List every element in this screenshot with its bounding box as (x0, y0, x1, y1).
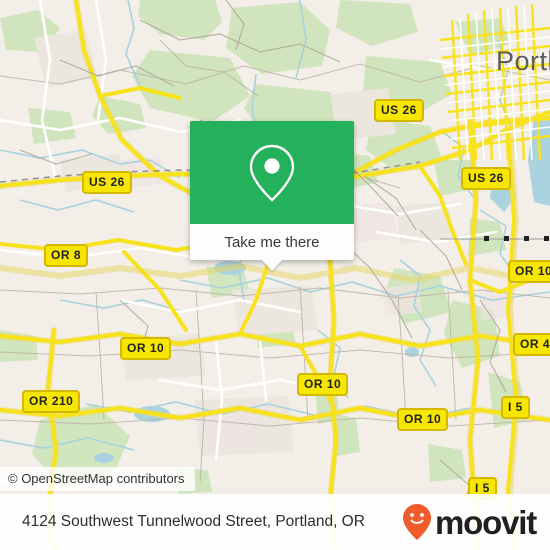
moovit-wordmark: moovit (435, 503, 537, 541)
highway-shield[interactable]: OR 10 (120, 337, 172, 360)
popup-footer[interactable]: Take me there (190, 224, 354, 271)
footer-bar: 4124 Southwest Tunnelwood Street, Portla… (0, 494, 550, 550)
popup-pointer-tail (262, 260, 282, 271)
highway-shield[interactable]: US 26 (461, 167, 511, 190)
highway-shield[interactable]: US 26 (82, 171, 132, 194)
popup-header (190, 121, 354, 224)
highway-shield[interactable]: OR 43 (513, 333, 550, 356)
highway-shield[interactable]: OR 10 (397, 408, 449, 431)
city-label-portland: Portla (496, 46, 550, 76)
highway-shield[interactable]: OR 210 (22, 390, 81, 413)
map-pin-icon (249, 144, 295, 202)
osm-attribution[interactable]: © OpenStreetMap contributors (0, 467, 195, 491)
moovit-brand[interactable]: moovit (402, 503, 537, 541)
highway-shield[interactable]: I 5 (501, 396, 530, 419)
location-popup-card[interactable]: Take me there (190, 121, 354, 271)
take-me-there-label: Take me there (224, 233, 320, 251)
highway-shield[interactable]: US 26 (374, 99, 424, 122)
highway-shield[interactable]: OR 10 (297, 373, 349, 396)
highway-shield[interactable]: OR 10 (508, 260, 550, 283)
map-screen: Portla US 26 US 26 US 26 OR 8 OR 10 OR 1… (0, 0, 550, 550)
highway-shield[interactable]: OR 8 (44, 244, 89, 267)
moovit-smiley-pin-icon (403, 504, 432, 540)
address-label: 4124 Southwest Tunnelwood Street, Portla… (22, 513, 365, 530)
